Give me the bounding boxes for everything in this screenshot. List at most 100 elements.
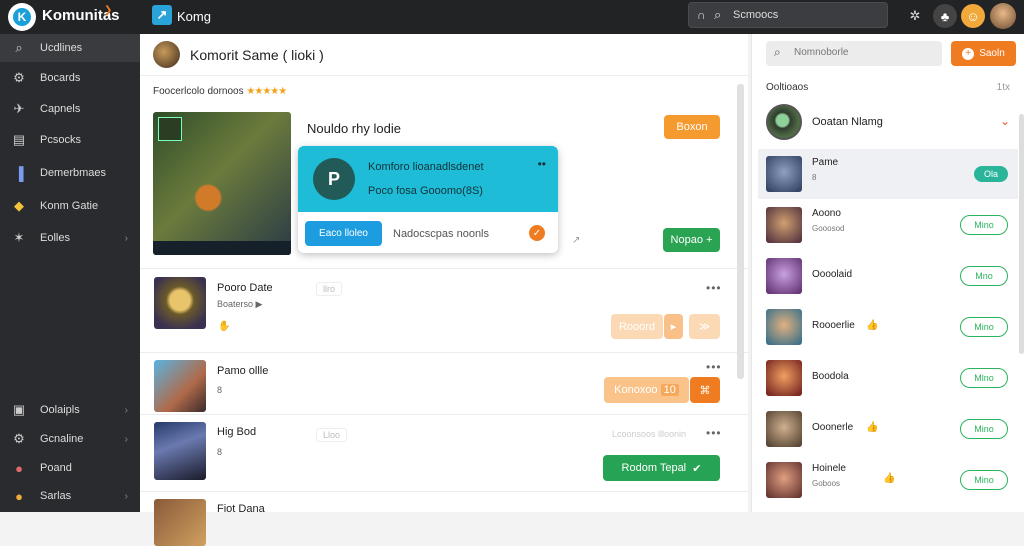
sidebar-bottom-item-1[interactable]: ⚙ Gcnaline ›: [0, 425, 140, 453]
featured-tag-button[interactable]: Boxon: [664, 115, 720, 139]
friend-row[interactable]: Boodola Mlno: [758, 353, 1018, 403]
emoji-icon[interactable]: ☺: [961, 4, 985, 28]
image-icon: ▣: [12, 402, 26, 417]
friend-row[interactable]: Pame 8 Ola: [758, 149, 1018, 199]
friend-search-input[interactable]: ⌕ Nomnoborle: [766, 41, 942, 66]
featured-cta-button[interactable]: Nopao +: [663, 228, 720, 252]
chevron-right-icon: ›: [124, 490, 128, 502]
popup-more-icon[interactable]: ••: [538, 157, 546, 171]
friend-row[interactable]: Hoinele Goboos 👍 Mino: [758, 455, 1018, 505]
sidebar-item-2[interactable]: ✈ Capnels: [0, 95, 140, 123]
friend-follow-button[interactable]: Mino: [960, 215, 1008, 235]
users-icon[interactable]: ✲: [903, 4, 927, 28]
post-title[interactable]: Hig Bod: [217, 426, 256, 438]
section-label: Ooltioaos: [766, 82, 809, 93]
sidebar-item-6[interactable]: ✶ Eolles ›: [0, 224, 140, 252]
sidebar-bottom-item-0[interactable]: ▣ Oolaipls ›: [0, 396, 140, 424]
post-title[interactable]: Fiot Dana: [217, 503, 265, 515]
friend-name: Pame: [812, 157, 839, 168]
featured-image[interactable]: [153, 112, 291, 255]
avatar-icon: ●: [15, 460, 23, 476]
popup-link[interactable]: Nadocscpas noonls: [393, 228, 489, 240]
post-action-button[interactable]: Rooord: [611, 314, 663, 339]
sidebar-item-label: Ucdlines: [40, 42, 83, 54]
sidebar-item-label: Sarlas: [40, 490, 72, 502]
sidebar-bottom-item-2[interactable]: ● Poand: [0, 454, 140, 482]
avatar-icon: ●: [15, 488, 23, 504]
game-icon: ◆: [14, 198, 24, 213]
post-title[interactable]: Pamo ollle: [217, 365, 268, 377]
search-button[interactable]: + Saoln: [951, 41, 1016, 66]
top-bar: K Komunitas ❯ ↗ Komg ∩ ⌕ Scmoocs ✲ ♣ ☺: [0, 0, 1024, 34]
featured-cta-label: Nopao: [670, 234, 703, 246]
popup-line1: Komforo lioanadlsdenet: [368, 161, 484, 173]
friend-follow-button[interactable]: Mino: [960, 470, 1008, 490]
refresh-icon[interactable]: ∩: [697, 8, 706, 22]
sidebar-item-5[interactable]: ◆ Konm Gatie: [0, 192, 140, 220]
scrollbar[interactable]: [737, 84, 744, 379]
post-action-tag: 10: [660, 384, 679, 396]
friend-row[interactable]: Oooolaid Mno: [758, 251, 1018, 301]
notification-icon[interactable]: ♣: [933, 4, 957, 28]
community-name[interactable]: Ooatan Nlamg: [812, 116, 883, 128]
post-share-button[interactable]: ⌘: [690, 377, 720, 403]
share-icon[interactable]: ↗: [572, 235, 580, 246]
sidebar-bottom-item-3[interactable]: ● Sarlas ›: [0, 482, 140, 510]
right-panel: ⌕ Nomnoborle + Saoln Ooltioaos 1tx Ooatan…: [751, 34, 1024, 512]
friend-follow-button[interactable]: Mno: [960, 266, 1008, 286]
friend-avatar: [766, 156, 802, 192]
post-thumbnail[interactable]: [154, 499, 206, 546]
chevron-down-icon[interactable]: ⌄: [1000, 114, 1010, 128]
popup-action-button[interactable]: Eaco lloleo: [305, 221, 382, 246]
community-avatar[interactable]: [766, 104, 802, 140]
sidebar-item-label: Konm Gatie: [40, 200, 99, 212]
post-split-button[interactable]: ▸: [664, 314, 683, 339]
post-meta: Boaterso ▶: [217, 299, 263, 309]
friend-follow-button[interactable]: Mino: [960, 317, 1008, 337]
top-search-placeholder: Scmoocs: [733, 9, 779, 21]
post-more-icon[interactable]: •••: [706, 360, 722, 374]
sidebar-item-label: Oolaipls: [40, 404, 80, 416]
friend-name: Aoono: [812, 208, 841, 219]
friend-row[interactable]: Roooerlie 👍 Mino: [758, 302, 1018, 352]
friend-follow-button[interactable]: Ola: [974, 166, 1008, 182]
friend-row[interactable]: Ooonerle 👍 Mino: [758, 404, 1018, 454]
minimap-image: [158, 117, 182, 141]
post-thumbnail[interactable]: [154, 422, 206, 480]
top-search-input[interactable]: ∩ ⌕ Scmoocs: [688, 2, 888, 28]
post-thumbnail[interactable]: [154, 277, 206, 329]
post-faded-text: Lcoonsoos llloonin: [612, 429, 687, 439]
star-icon: ✶: [13, 230, 25, 245]
post-more-icon[interactable]: •••: [706, 281, 722, 295]
main-content: Komorit Same ( lioki ) Foocerlcolo dorno…: [140, 34, 748, 546]
app-logo[interactable]: K: [8, 3, 36, 31]
friend-emoji: 👍: [883, 473, 896, 484]
post-forward-button[interactable]: ≫: [689, 314, 720, 339]
chevron-right-icon: ›: [124, 404, 128, 416]
sidebar-item-1[interactable]: ⚙ Bocards: [0, 64, 140, 92]
user-avatar[interactable]: [990, 3, 1016, 29]
sidebar-item-3[interactable]: ▤ Pcsocks: [0, 126, 140, 154]
friend-row[interactable]: Aoono Gooosod Mino: [758, 200, 1018, 250]
friend-follow-button[interactable]: Mino: [960, 419, 1008, 439]
popup-line2: Poco fosa Gooomo(8S): [368, 185, 483, 197]
search-icon: ⌕: [774, 45, 781, 59]
friend-avatar: [766, 309, 802, 345]
sidebar-item-4[interactable]: ▐ Demerbmaes: [0, 159, 140, 187]
channel-avatar[interactable]: [153, 41, 180, 68]
post-action-button[interactable]: Rodom Tepal ✔: [603, 455, 720, 481]
scrollbar[interactable]: [1019, 114, 1024, 354]
channel-icon[interactable]: ↗: [152, 5, 172, 25]
gear-icon: ⚙: [13, 431, 25, 446]
post-thumbnail[interactable]: [154, 360, 206, 412]
friend-follow-button[interactable]: Mlno: [960, 368, 1008, 388]
chevron-right-icon: ›: [124, 232, 128, 244]
post-more-icon[interactable]: •••: [706, 426, 722, 440]
post-action-button[interactable]: Konoxoo 10: [604, 377, 689, 403]
friend-avatar: [766, 360, 802, 396]
popup-check-icon[interactable]: ✓: [529, 225, 545, 241]
friend-status: 8: [812, 173, 817, 182]
rating-stars: ★★★★★: [246, 86, 287, 97]
sidebar-item-0[interactable]: ⌕ Ucdlines: [0, 34, 140, 62]
post-title[interactable]: Pooro Date: [217, 282, 273, 294]
